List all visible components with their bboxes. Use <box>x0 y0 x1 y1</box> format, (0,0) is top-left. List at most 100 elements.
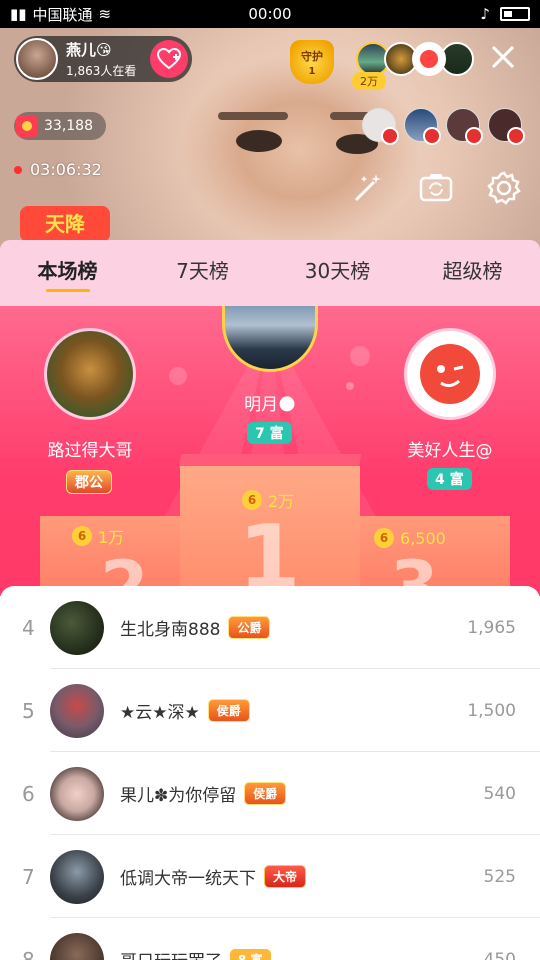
status-right: ♪ <box>480 5 530 23</box>
list-score: 525 <box>483 866 516 887</box>
coin-icon <box>16 115 38 137</box>
list-score: 540 <box>483 783 516 804</box>
lock-icon <box>381 127 399 145</box>
tab-7-days[interactable]: 7天榜 <box>135 240 270 306</box>
ranking-list[interactable]: 4 生北身南888 公爵 1,965 5 ★云★深★ 侯爵 1,500 6 果儿… <box>0 586 540 960</box>
magic-wand-icon <box>354 174 381 202</box>
guest-avatars <box>362 108 525 145</box>
list-item[interactable]: 7 低调大帝一统天下 大帝 525 <box>0 835 540 918</box>
first-place-name[interactable]: 明月🌑 <box>200 390 340 415</box>
follow-heart-button[interactable] <box>150 40 188 78</box>
gear-icon <box>487 171 521 205</box>
tab-30-days[interactable]: 30天榜 <box>270 240 405 306</box>
list-name: 哥只玩玩罢了 <box>120 947 222 960</box>
rank-tag: 大帝 <box>264 865 307 888</box>
second-place-score-value: 1万 <box>98 528 125 547</box>
guest-avatar[interactable] <box>446 108 483 145</box>
eye-left <box>236 130 282 152</box>
list-score: 1,965 <box>467 617 516 638</box>
list-rank: 6 <box>22 781 35 806</box>
eyebrow-left <box>218 112 288 120</box>
third-place-name[interactable]: 美好人生@ <box>380 436 520 461</box>
list-rank: 5 <box>22 698 35 723</box>
second-place-avatar[interactable] <box>44 328 136 420</box>
top-viewer-amount: 2万 <box>352 72 386 90</box>
podium-rank-1: 1 <box>238 506 301 596</box>
host-name: 燕儿😘 <box>66 41 112 59</box>
lock-icon <box>423 127 441 145</box>
guest-avatar[interactable] <box>404 108 441 145</box>
second-place-badge: 郡公 <box>66 470 112 494</box>
list-avatar[interactable] <box>50 683 104 738</box>
settings-button[interactable] <box>484 170 524 210</box>
smiley-icon <box>420 344 480 404</box>
rank-tag: 侯爵 <box>207 699 250 722</box>
heart-plus-icon <box>157 48 181 70</box>
host-info: 燕儿😘 1,863人在看 <box>66 39 136 79</box>
live-dot-icon <box>14 165 22 174</box>
status-bar: ▮▮ 中国联通 ≋ 00:00 ♪ <box>0 0 540 28</box>
carrier-name: 中国联通 <box>32 5 93 24</box>
list-rank: 4 <box>22 615 35 640</box>
list-avatar[interactable] <box>50 849 104 904</box>
list-name: 低调大帝一统天下 <box>120 869 256 889</box>
coin-balance[interactable]: 33,188 <box>14 112 106 140</box>
switch-camera-button[interactable] <box>416 170 456 210</box>
guest-avatar[interactable] <box>488 108 525 145</box>
carrier: ▮▮ 中国联通 ≋ <box>10 4 111 25</box>
top-viewers[interactable] <box>356 42 474 76</box>
timer-text: 03:06:32 <box>30 160 102 179</box>
list-score: 450 <box>483 949 516 960</box>
first-place-badge: 7 富 <box>247 422 292 444</box>
rank-tag: 公爵 <box>228 616 271 639</box>
second-place-name[interactable]: 路过得大哥 <box>20 436 160 461</box>
host-avatar[interactable] <box>16 38 58 80</box>
close-icon <box>491 45 515 69</box>
second-place-score: 6 1万 <box>72 524 124 548</box>
lock-icon <box>507 127 525 145</box>
guest-avatar[interactable] <box>362 108 399 145</box>
live-timer: 03:06:32 <box>14 160 102 179</box>
list-item[interactable]: 8 哥只玩玩罢了 8 富 450 <box>0 918 540 960</box>
coin-icon: 6 <box>72 526 92 546</box>
tab-this-session[interactable]: 本场榜 <box>0 240 135 306</box>
list-name: ★云★深★ <box>120 703 200 723</box>
list-item[interactable]: 4 生北身南888 公爵 1,965 <box>0 586 540 669</box>
magic-wand-button[interactable] <box>348 170 388 210</box>
list-avatar[interactable] <box>50 600 104 655</box>
third-place-score: 6 6,500 <box>374 528 446 548</box>
close-button[interactable] <box>486 42 520 76</box>
camera-switch-icon <box>419 174 453 202</box>
podium: 1 2 3 明月🌑 7 富 6 2万 路过得大哥 郡公 6 1万 美好人生@ 4… <box>0 306 540 596</box>
guard-count: 1 <box>308 66 316 77</box>
host-info-pill[interactable]: 燕儿😘 1,863人在看 <box>14 36 192 82</box>
coin-icon: 6 <box>374 528 394 548</box>
top-viewer-avatar[interactable] <box>412 42 446 76</box>
lock-icon <box>465 127 483 145</box>
list-name: 果儿✽为你停留 <box>120 786 237 806</box>
third-place-score-value: 6,500 <box>400 528 446 548</box>
first-place-score-value: 2万 <box>268 492 295 511</box>
third-place-avatar[interactable] <box>404 328 496 420</box>
list-rank: 7 <box>22 864 35 889</box>
guard-badge[interactable]: 守护 1 <box>290 40 334 84</box>
list-avatar[interactable] <box>50 766 104 821</box>
guard-label: 守护 <box>301 50 323 63</box>
signal-icon: ▮▮ <box>10 5 27 23</box>
promo-banner[interactable]: 天降 <box>20 206 110 242</box>
battery-icon <box>500 7 530 21</box>
viewer-count: 1,863人在看 <box>66 64 137 78</box>
rank-tabs: 本场榜 7天榜 30天榜 超级榜 <box>0 240 540 306</box>
coin-icon: 6 <box>242 490 262 510</box>
tab-super[interactable]: 超级榜 <box>405 240 540 306</box>
third-place-badge: 4 富 <box>427 468 472 490</box>
list-item[interactable]: 6 果儿✽为你停留 侯爵 540 <box>0 752 540 835</box>
rank-tag: 8 富 <box>230 949 271 960</box>
list-avatar[interactable] <box>50 932 104 960</box>
rank-tag: 侯爵 <box>244 782 287 805</box>
wifi-icon: ≋ <box>98 5 112 23</box>
list-name: 生北身南888 <box>120 620 221 640</box>
mute-icon: ♪ <box>480 5 490 23</box>
list-score: 1,500 <box>467 700 516 721</box>
list-item[interactable]: 5 ★云★深★ 侯爵 1,500 <box>0 669 540 752</box>
